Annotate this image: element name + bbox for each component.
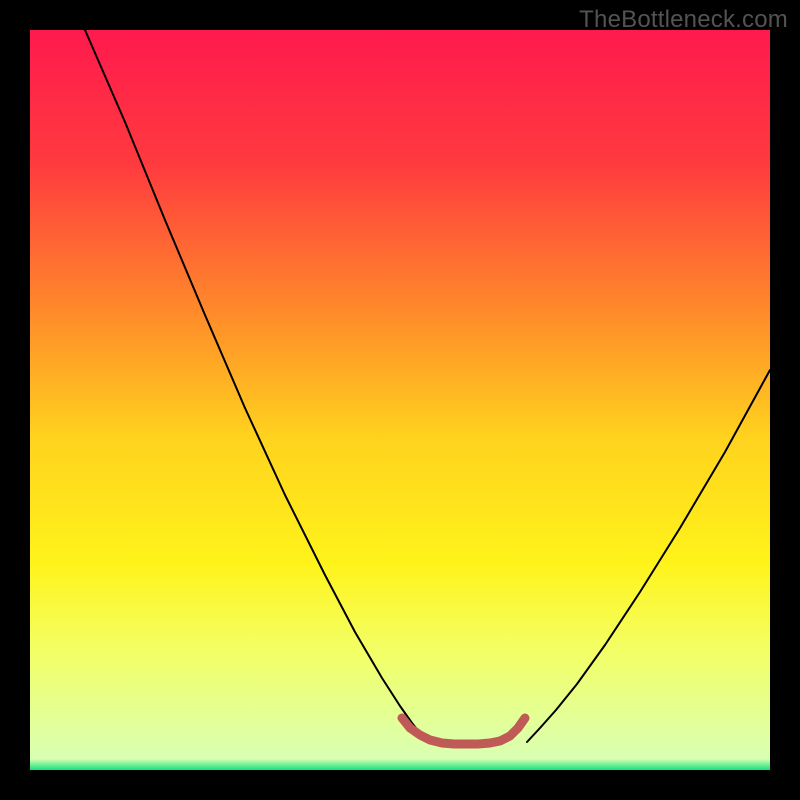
watermark-text: TheBottleneck.com [579,6,788,34]
gradient-background [30,30,770,770]
chart-frame: TheBottleneck.com [0,0,800,800]
chart-svg [30,30,770,770]
chart-plot-area [30,30,770,770]
